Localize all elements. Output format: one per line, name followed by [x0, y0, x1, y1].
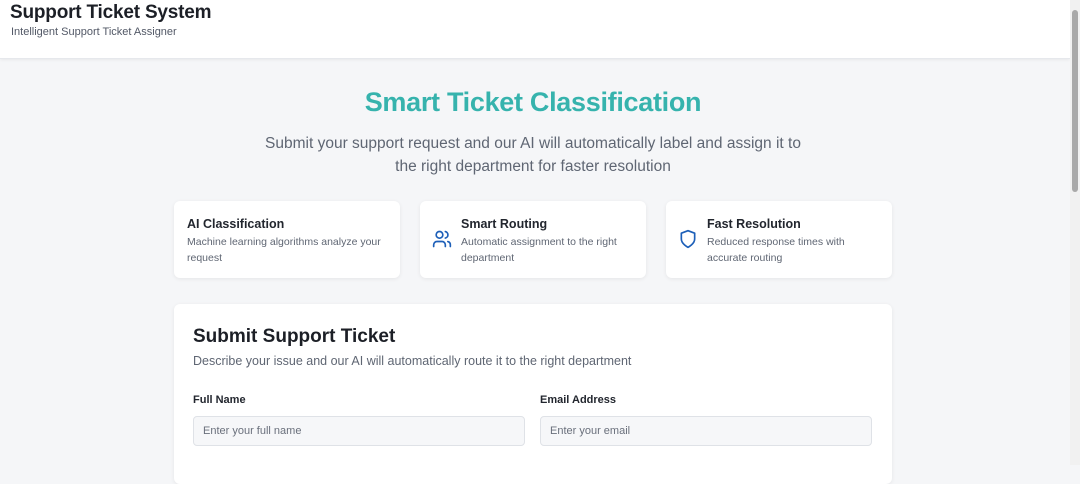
hero-description: Submit your support request and our AI w…	[265, 135, 801, 175]
feature-card-smart-routing: Smart Routing Automatic assignment to th…	[420, 201, 646, 278]
feature-title: Smart Routing	[461, 217, 548, 231]
email-input[interactable]	[540, 416, 872, 446]
feature-title: Fast Resolution	[707, 217, 801, 231]
full-name-label: Full Name	[193, 394, 246, 406]
form-description: Describe your issue and our AI will auto…	[193, 354, 632, 368]
users-icon	[432, 229, 452, 249]
app-header: Support Ticket System Intelligent Suppor…	[0, 0, 1070, 59]
app-title: Support Ticket System	[10, 2, 212, 23]
shield-icon	[678, 229, 698, 249]
ticket-form-card: Submit Support Ticket Describe your issu…	[174, 304, 892, 484]
full-name-input[interactable]	[193, 416, 525, 446]
email-label: Email Address	[540, 394, 617, 406]
form-title: Submit Support Ticket	[193, 326, 396, 347]
feature-description: Reduced response times with accurate rou…	[707, 236, 845, 264]
page-scrollbar[interactable]	[1070, 0, 1080, 465]
feature-card-ai-classification: AI Classification Machine learning algor…	[174, 201, 400, 278]
app-subtitle: Intelligent Support Ticket Assigner	[11, 26, 177, 38]
scrollbar-thumb[interactable]	[1072, 10, 1078, 192]
feature-description: Machine learning algorithms analyze your…	[187, 236, 381, 264]
feature-title: AI Classification	[187, 217, 285, 231]
hero-title: Smart Ticket Classification	[364, 87, 702, 117]
feature-card-fast-resolution: Fast Resolution Reduced response times w…	[666, 201, 892, 278]
feature-description: Automatic assignment to the right depart…	[461, 236, 617, 264]
